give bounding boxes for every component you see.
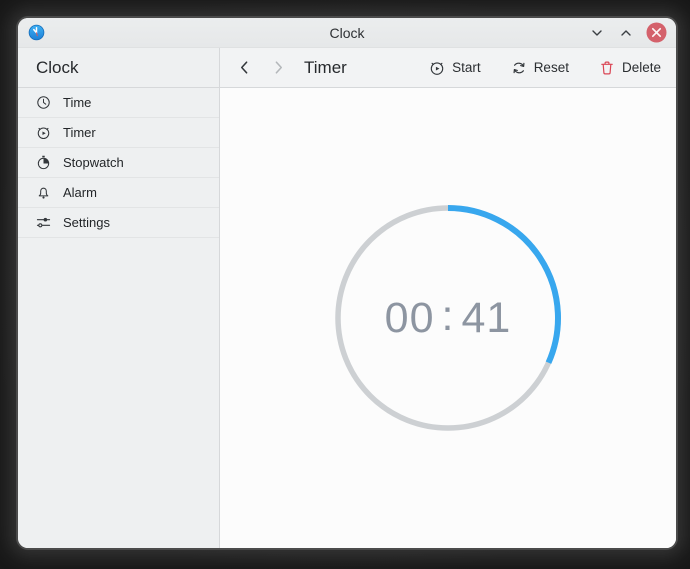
page-title: Timer [304, 58, 347, 78]
chevron-right-icon [270, 59, 287, 76]
close-x-icon [646, 22, 667, 43]
clock-icon [36, 95, 51, 110]
sidebar-item-alarm[interactable]: Alarm [18, 178, 219, 208]
sidebar-item-settings[interactable]: Settings [18, 208, 219, 238]
maximize-button[interactable] [617, 24, 635, 42]
chevron-up-icon [619, 26, 633, 40]
sidebar-item-label: Settings [63, 215, 110, 230]
sidebar-item-label: Timer [63, 125, 96, 140]
start-button-label: Start [452, 60, 481, 75]
stopwatch-icon [36, 155, 51, 170]
delete-button[interactable]: Delete [596, 58, 664, 78]
sidebar: Clock Time [18, 48, 220, 548]
timer-seconds: 41 [461, 294, 511, 343]
page-header: Timer Start [220, 48, 676, 88]
timer-time-display: 00:41 [333, 203, 563, 433]
desktop-background: Clock [0, 0, 690, 569]
sidebar-item-label: Stopwatch [63, 155, 124, 170]
forward-button[interactable] [268, 58, 288, 78]
sidebar-item-label: Time [63, 95, 91, 110]
sidebar-title: Clock [18, 48, 219, 88]
minimize-button[interactable] [588, 24, 606, 42]
reset-button-label: Reset [534, 60, 569, 75]
alarm-bell-icon [36, 185, 51, 200]
settings-sliders-icon [36, 215, 51, 230]
window-title: Clock [138, 25, 556, 41]
timer-start-icon [429, 60, 445, 76]
main-panel: Timer Start [220, 48, 676, 548]
timer-widget: 00:41 [333, 203, 563, 433]
app-icon [28, 24, 45, 41]
chevron-down-icon [590, 26, 604, 40]
sidebar-item-label: Alarm [63, 185, 97, 200]
reset-icon [511, 60, 527, 76]
sidebar-item-stopwatch[interactable]: Stopwatch [18, 148, 219, 178]
timer-separator: : [442, 292, 455, 341]
reset-button[interactable]: Reset [508, 58, 572, 78]
titlebar[interactable]: Clock [18, 18, 676, 48]
clock-app-window: Clock [18, 18, 676, 548]
sidebar-item-time[interactable]: Time [18, 88, 219, 118]
chevron-left-icon [236, 59, 253, 76]
back-button[interactable] [234, 58, 254, 78]
sidebar-item-timer[interactable]: Timer [18, 118, 219, 148]
close-button[interactable] [646, 22, 667, 43]
timer-page: 00:41 [220, 88, 676, 548]
trash-icon [599, 60, 615, 76]
start-button[interactable]: Start [426, 58, 484, 78]
toolbar: Start Reset [426, 58, 664, 78]
delete-button-label: Delete [622, 60, 661, 75]
timer-icon [36, 125, 51, 140]
timer-minutes: 00 [385, 294, 435, 343]
